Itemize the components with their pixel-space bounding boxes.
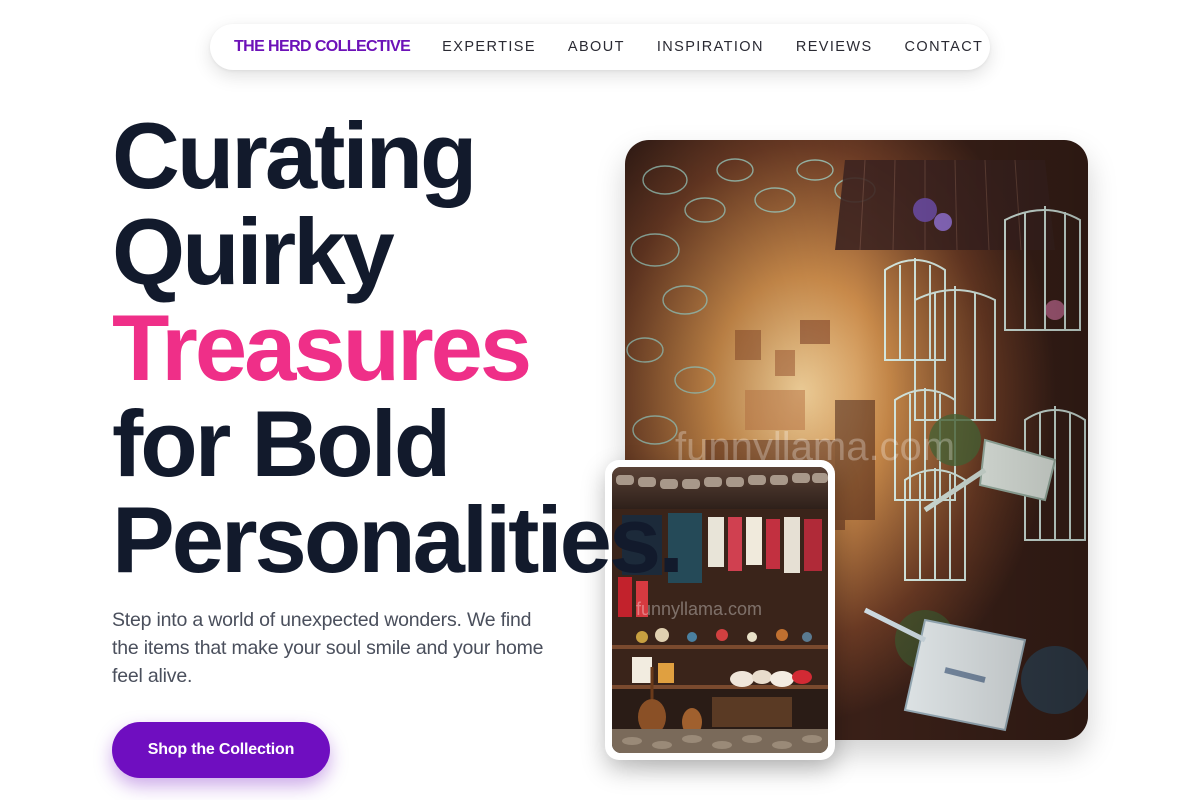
- headline-line-2: Quirky: [112, 199, 395, 304]
- nav-links: EXPERTISE ABOUT INSPIRATION REVIEWS CONT…: [442, 39, 983, 55]
- headline-line-4: for Bold: [112, 391, 451, 496]
- hero-subcopy: Step into a world of unexpected wonders.…: [112, 609, 544, 687]
- hero-headline: Curating Quirky Treasures for Bold Perso…: [112, 103, 684, 592]
- headline-line-1: Curating: [112, 103, 477, 208]
- headline-line-5: Personalities.: [112, 487, 684, 592]
- headline-line-accent: Treasures: [112, 295, 532, 400]
- top-navigation: THE HERD COLLECTIVE EXPERTISE ABOUT INSP…: [210, 24, 990, 70]
- nav-link-inspiration[interactable]: INSPIRATION: [657, 39, 764, 55]
- small-image-watermark: funnyllama.com: [636, 599, 762, 619]
- nav-link-expertise[interactable]: EXPERTISE: [442, 39, 536, 55]
- brand-logo-link[interactable]: THE HERD COLLECTIVE: [234, 38, 411, 56]
- shop-collection-button[interactable]: Shop the Collection: [112, 722, 330, 778]
- nav-link-reviews[interactable]: REVIEWS: [796, 39, 873, 55]
- nav-link-contact[interactable]: CONTACT: [905, 39, 984, 55]
- nav-link-about[interactable]: ABOUT: [568, 39, 625, 55]
